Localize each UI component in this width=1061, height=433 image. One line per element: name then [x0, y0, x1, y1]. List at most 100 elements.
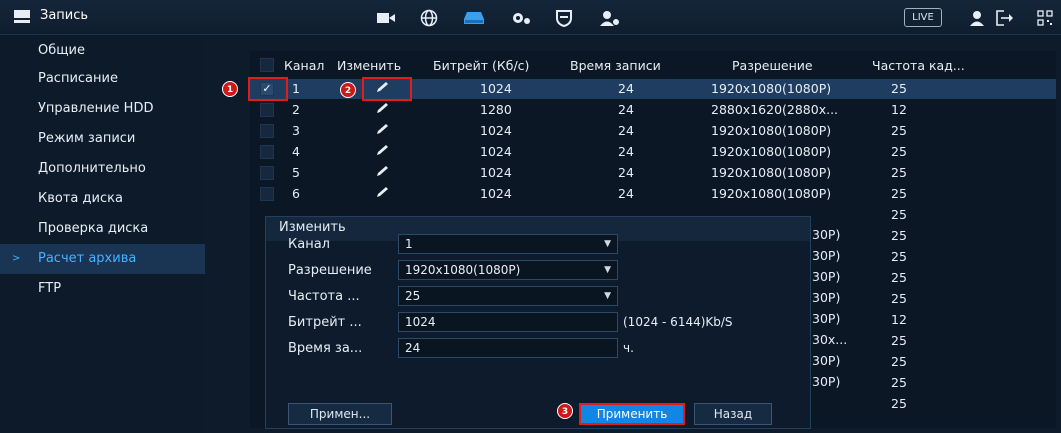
storage-icon[interactable] — [459, 6, 489, 30]
cell-resolution: 1920x1080(1080P) — [711, 81, 832, 96]
cell-fps: 25 — [891, 375, 907, 390]
fps-select[interactable]: 25 ▼ — [398, 286, 618, 306]
column-header-bitrate: Битрейт (Кб/с) — [433, 58, 530, 73]
edit-pencil-icon[interactable] — [375, 186, 389, 201]
sidebar-item-label: Проверка диска — [38, 221, 149, 236]
row-checkbox[interactable] — [260, 166, 274, 180]
cell-fps: 25 — [891, 333, 907, 348]
step-marker-1: 1 — [222, 81, 238, 97]
row-checkbox[interactable] — [260, 187, 274, 201]
resolution-select[interactable]: 1920x1080(1080P) ▼ — [398, 260, 618, 280]
bitrate-value: 1024 — [405, 315, 436, 329]
qr-icon[interactable] — [1032, 6, 1058, 30]
cell-fps: 25 — [891, 354, 907, 369]
back-button[interactable]: Назад — [694, 403, 772, 425]
network-icon[interactable] — [414, 6, 444, 30]
cell-bitrate: 1024 — [480, 123, 512, 138]
sidebar-item-disk-check[interactable]: Проверка диска — [0, 214, 205, 244]
edit-pencil-icon[interactable] — [375, 144, 389, 159]
cell-fps: 25 — [891, 207, 907, 222]
sidebar-item-label: Квота диска — [38, 191, 123, 206]
sidebar-item-disk-quota[interactable]: Квота диска — [0, 184, 205, 214]
table-row[interactable]: 6 1024 24 1920x1080(1080P) 25 — [250, 184, 1056, 204]
cell-fps: 25 — [891, 144, 907, 159]
cell-channel: 3 — [292, 123, 300, 138]
cell-fps: 25 — [891, 249, 907, 264]
chevron-right-icon: > — [12, 253, 21, 264]
sidebar-item-hdd-management[interactable]: Управление HDD — [0, 94, 205, 124]
resolution-label: Разрешение — [288, 263, 372, 278]
cell-fps: 12 — [891, 102, 907, 117]
account-icon[interactable] — [595, 6, 625, 30]
column-header-channel: Канал — [284, 58, 325, 73]
resolution-value: 1920x1080(1080P) — [405, 263, 521, 277]
cell-resolution: 2880x1620(2880x... — [711, 102, 839, 117]
row-checkbox[interactable] — [260, 103, 274, 117]
sidebar-item-ftp[interactable]: FTP — [0, 274, 205, 304]
cell-resolution: 30P) — [812, 248, 841, 263]
cell-resolution: 30x... — [812, 332, 848, 347]
record-time-label: Время за... — [288, 341, 363, 356]
step-marker-3: 3 — [557, 403, 573, 419]
cell-resolution: 1920x1080(1080P) — [711, 123, 832, 138]
fps-value: 25 — [405, 289, 421, 303]
edit-pencil-icon[interactable] — [375, 123, 389, 138]
row-checkbox[interactable] — [260, 124, 274, 138]
cell-record-time: 24 — [618, 186, 634, 201]
cell-fps: 25 — [891, 81, 907, 96]
apply-all-button[interactable]: Примен... — [288, 403, 392, 425]
sidebar-item-advanced[interactable]: Дополнительно — [0, 154, 205, 184]
cell-record-time: 24 — [618, 81, 634, 96]
sidebar-item-general[interactable]: Общие — [0, 36, 205, 66]
top-bar: Запись LIVE — [0, 0, 1061, 35]
dropdown-arrow-icon: ▼ — [604, 291, 611, 301]
row-checkbox[interactable] — [260, 145, 274, 159]
shield-icon[interactable] — [549, 6, 579, 30]
user-icon[interactable] — [962, 6, 992, 30]
sidebar-item-label: FTP — [38, 281, 62, 296]
cell-resolution: 30P) — [812, 311, 841, 326]
settings-icon[interactable] — [506, 6, 536, 30]
table-row[interactable]: 4 1024 24 1920x1080(1080P) 25 — [250, 142, 1056, 162]
logout-icon[interactable] — [990, 6, 1020, 30]
live-button[interactable]: LIVE — [904, 8, 942, 27]
cell-resolution: 1920x1080(1080P) — [711, 144, 832, 159]
cell-bitrate: 1024 — [480, 186, 512, 201]
sidebar-item-record-mode[interactable]: Режим записи — [0, 124, 205, 154]
channel-value: 1 — [405, 237, 413, 251]
table-row[interactable]: 3 1024 24 1920x1080(1080P) 25 — [250, 121, 1056, 141]
cell-resolution: 1920x1080(1080P) — [711, 165, 832, 180]
sidebar-item-schedule[interactable]: Расписание — [0, 64, 205, 94]
table-row[interactable]: 2 1280 24 2880x1620(2880x... 12 — [250, 100, 1056, 120]
hours-unit: ч. — [623, 341, 634, 355]
cell-fps: 25 — [891, 396, 907, 411]
cell-channel: 6 — [292, 186, 300, 201]
bitrate-input[interactable]: 1024 — [398, 312, 618, 332]
cell-resolution: 30P) — [812, 353, 841, 368]
sidebar-item-label: Дополнительно — [38, 161, 146, 176]
sidebar-item-archive-calc[interactable]: > Расчет архива — [0, 244, 205, 274]
cell-channel: 1 — [292, 81, 300, 96]
apply-button[interactable]: Применить — [579, 403, 685, 425]
table-row[interactable]: 5 1024 24 1920x1080(1080P) 25 — [250, 163, 1056, 183]
cell-fps: 25 — [891, 270, 907, 285]
cell-record-time: 24 — [618, 102, 634, 117]
cell-fps: 25 — [891, 228, 907, 243]
record-time-input[interactable]: 24 — [398, 338, 618, 358]
cell-bitrate: 1024 — [480, 144, 512, 159]
edit-pencil-icon[interactable] — [375, 165, 389, 180]
cell-bitrate: 1024 — [480, 165, 512, 180]
cell-fps: 25 — [891, 186, 907, 201]
channel-select[interactable]: 1 ▼ — [398, 234, 618, 254]
select-all-checkbox[interactable] — [260, 58, 274, 72]
cell-resolution: 1920x1080(1080P) — [711, 186, 832, 201]
cell-bitrate: 1024 — [480, 81, 512, 96]
sidebar-item-label: Режим записи — [38, 131, 136, 146]
table-header: Канал Изменить Битрейт (Кб/с) Время запи… — [250, 51, 1056, 79]
sidebar-item-label: Общие — [38, 43, 85, 58]
edit-pencil-icon[interactable] — [375, 102, 389, 117]
camera-icon[interactable] — [371, 6, 401, 30]
record-time-value: 24 — [405, 341, 421, 355]
cell-resolution: 30P) — [812, 290, 841, 305]
highlight-box-checkbox — [248, 77, 288, 101]
